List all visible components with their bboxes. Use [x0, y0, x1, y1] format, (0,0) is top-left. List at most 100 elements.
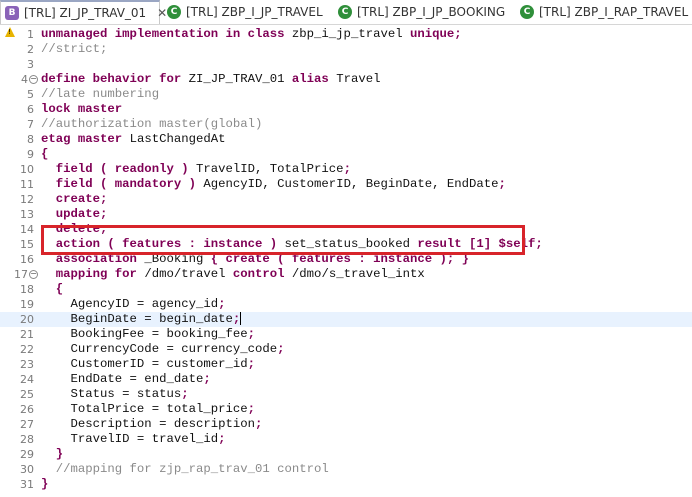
- code-text: }: [41, 447, 63, 462]
- line-number: 2: [27, 43, 34, 56]
- code-token: {: [41, 282, 64, 296]
- line-number: 14: [20, 223, 34, 236]
- code-line[interactable]: 17− mapping for /dmo/travel control /dmo…: [0, 267, 692, 282]
- code-token: LastChangedAt: [129, 132, 226, 146]
- code-line[interactable]: 22 CurrencyCode = currency_code;: [0, 342, 692, 357]
- code-text: BeginDate = begin_date;: [41, 312, 242, 327]
- code-token: {: [41, 147, 49, 161]
- highlight-box-action-line: [41, 225, 525, 255]
- code-token: ;: [218, 297, 226, 311]
- code-token: /dmo/travel: [144, 267, 233, 281]
- class-icon: C: [167, 5, 181, 19]
- code-line[interactable]: 27 Description = description;: [0, 417, 692, 432]
- code-line[interactable]: 30 //mapping for zjp_rap_trav_01 control: [0, 462, 692, 477]
- code-token: update;: [41, 207, 108, 221]
- code-text: {: [41, 282, 63, 297]
- code-token: lock master: [41, 102, 123, 116]
- code-editor[interactable]: 1 unmanaged implementation in class zbp_i…: [0, 24, 692, 497]
- line-number: 19: [20, 298, 34, 311]
- code-text: TravelID = travel_id;: [41, 432, 226, 447]
- line-number: 20: [20, 313, 34, 326]
- code-text: Status = status;: [41, 387, 189, 402]
- code-token: CustomerID = customer_id: [41, 357, 248, 371]
- code-text: update;: [41, 207, 108, 222]
- code-text: CustomerID = customer_id;: [41, 357, 256, 372]
- code-line[interactable]: 23 CustomerID = customer_id;: [0, 357, 692, 372]
- code-line[interactable]: 25 Status = status;: [0, 387, 692, 402]
- code-token: TravelID = travel_id: [41, 432, 219, 446]
- code-token: define behavior for: [41, 72, 189, 86]
- line-number: 5: [27, 88, 34, 101]
- fold-toggle-icon[interactable]: −: [29, 75, 38, 84]
- line-number: 8: [27, 133, 34, 146]
- code-text: field ( readonly ) TravelID, TotalPrice;: [41, 162, 351, 177]
- code-line[interactable]: 18 {: [0, 282, 692, 297]
- code-line[interactable]: 26 TotalPrice = total_price;: [0, 402, 692, 417]
- code-text: //strict;: [41, 42, 107, 57]
- code-text: TotalPrice = total_price;: [41, 402, 256, 417]
- code-token: control: [232, 267, 292, 281]
- code-line[interactable]: 29 }: [0, 447, 692, 462]
- class-icon: C: [520, 5, 534, 19]
- code-token: alias: [291, 72, 337, 86]
- code-line[interactable]: 3: [0, 57, 692, 72]
- code-line[interactable]: 20 BeginDate = begin_date;: [0, 312, 692, 327]
- code-line[interactable]: 19 AgencyID = agency_id;: [0, 297, 692, 312]
- code-token: ;: [247, 357, 256, 371]
- line-number: 25: [20, 388, 34, 401]
- code-token: //authorization master(global): [41, 117, 263, 131]
- code-line[interactable]: 4− define behavior for ZI_JP_TRAV_01 alia…: [0, 72, 692, 87]
- code-token: Status = status: [41, 387, 182, 401]
- code-line[interactable]: 11 field ( mandatory ) AgencyID, Custome…: [0, 177, 692, 192]
- code-token: BookingFee = booking_fee: [41, 327, 248, 341]
- line-number: 7: [27, 118, 34, 131]
- fold-toggle-icon[interactable]: −: [29, 270, 38, 279]
- code-line[interactable]: 5 //late numbering: [0, 87, 692, 102]
- code-token: //late numbering: [41, 87, 160, 101]
- line-number: 29: [20, 448, 34, 461]
- behavior-definition-icon: B: [5, 6, 19, 20]
- line-number: 11: [20, 178, 34, 191]
- code-token: ;: [247, 327, 256, 341]
- code-line[interactable]: 21 BookingFee = booking_fee;: [0, 327, 692, 342]
- line-number: 16: [20, 253, 34, 266]
- tab-zbp-i-jp-travel[interactable]: C [TRL] ZBP_I_JP_TRAVEL: [163, 0, 333, 24]
- code-token: }: [41, 477, 49, 491]
- code-token: unique;: [409, 27, 462, 41]
- tab-zbp-i-rap-travel[interactable]: C [TRL] ZBP_I_RAP_TRAVEL: [516, 0, 692, 24]
- line-number: 23: [20, 358, 34, 371]
- code-line[interactable]: 8 etag master LastChangedAt: [0, 132, 692, 147]
- code-token: Description = description: [41, 417, 256, 431]
- text-cursor: [240, 312, 242, 326]
- code-line[interactable]: 13 update;: [0, 207, 692, 222]
- code-line[interactable]: 24 EndDate = end_date;: [0, 372, 692, 387]
- code-token: CurrencyCode = currency_code: [41, 342, 278, 356]
- code-token: mapping for: [41, 267, 145, 281]
- code-token: //mapping for zjp_rap_trav_01 control: [41, 462, 329, 476]
- code-line[interactable]: 6 lock master: [0, 102, 692, 117]
- code-line[interactable]: 10 field ( readonly ) TravelID, TotalPri…: [0, 162, 692, 177]
- code-token: field ( mandatory ): [41, 177, 204, 191]
- line-number: 24: [20, 373, 34, 386]
- code-token: Travel: [336, 72, 381, 86]
- code-text: field ( mandatory ) AgencyID, CustomerID…: [41, 177, 506, 192]
- code-text: AgencyID = agency_id;: [41, 297, 226, 312]
- code-token: /dmo/s_travel_intx: [291, 267, 425, 281]
- code-line[interactable]: 9{: [0, 147, 692, 162]
- line-number: 28: [20, 433, 34, 446]
- code-token: BeginDate = begin_date: [41, 312, 233, 326]
- code-token: AgencyID, CustomerID, BeginDate, EndDate: [203, 177, 499, 191]
- code-line[interactable]: 7 //authorization master(global): [0, 117, 692, 132]
- tab-zi-jp-trav-01[interactable]: B [TRL] ZI_JP_TRAV_01 ✕: [0, 0, 167, 24]
- line-number: 12: [20, 193, 34, 206]
- code-line[interactable]: 31}: [0, 477, 692, 492]
- code-text: lock master: [41, 102, 122, 117]
- code-token: ;: [277, 342, 285, 356]
- code-line[interactable]: 12 create;: [0, 192, 692, 207]
- code-text: mapping for /dmo/travel control /dmo/s_t…: [41, 267, 425, 282]
- code-line[interactable]: 1 unmanaged implementation in class zbp_i…: [0, 27, 692, 42]
- code-line[interactable]: 2 //strict;: [0, 42, 692, 57]
- tab-zbp-i-jp-booking[interactable]: C [TRL] ZBP_I_JP_BOOKING: [334, 0, 514, 24]
- code-text: {: [41, 147, 48, 162]
- code-line[interactable]: 28 TravelID = travel_id;: [0, 432, 692, 447]
